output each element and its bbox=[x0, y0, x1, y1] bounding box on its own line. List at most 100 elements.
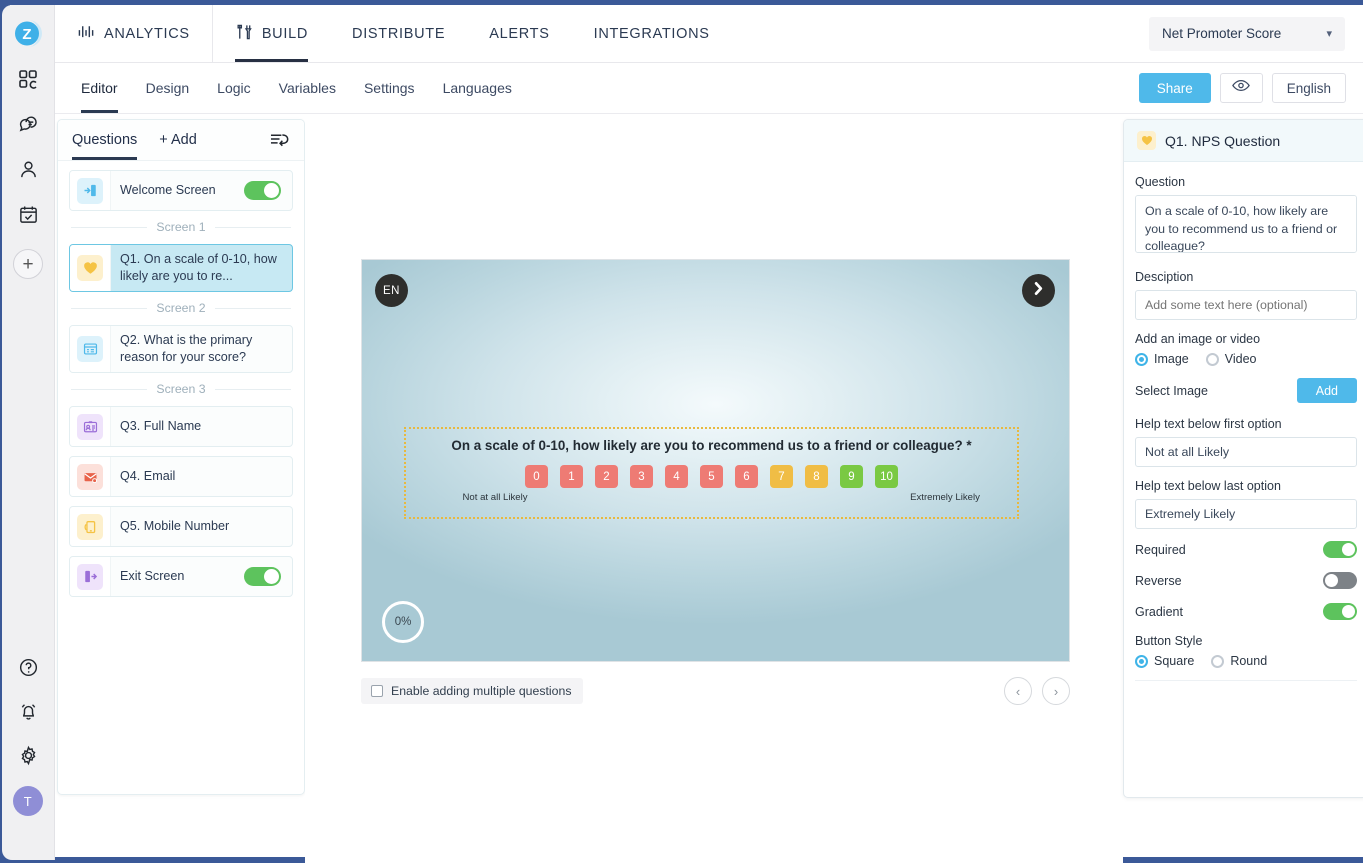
page-title: Q1. NPS Question bbox=[1165, 132, 1281, 149]
nps-option-9[interactable]: 9 bbox=[840, 465, 863, 488]
nps-option-7[interactable]: 7 bbox=[770, 465, 793, 488]
preview-footer: Enable adding multiple questions ‹ › bbox=[361, 676, 1070, 706]
questions-panel-header: Questions + Add bbox=[58, 120, 304, 161]
help-text-last-option: Extremely Likely bbox=[910, 492, 980, 503]
help-last-input[interactable] bbox=[1135, 499, 1357, 529]
chevron-right-icon bbox=[1031, 280, 1046, 302]
icon-cell bbox=[70, 245, 111, 291]
mobile-phone-icon bbox=[77, 513, 103, 540]
required-toggle[interactable] bbox=[1323, 541, 1357, 558]
nps-option-3[interactable]: 3 bbox=[630, 465, 653, 488]
preview-language-badge[interactable]: EN bbox=[375, 274, 408, 307]
module-analytics[interactable]: ANALYTICS bbox=[55, 5, 213, 62]
button-style-round-label: Round bbox=[1230, 654, 1268, 668]
module-build[interactable]: BUILD bbox=[213, 5, 330, 62]
question-properties-panel: Q1. NPS Question Question Desciption Add… bbox=[1123, 119, 1363, 798]
button-style-label: Button Style bbox=[1135, 634, 1203, 648]
tab-design[interactable]: Design bbox=[132, 63, 204, 113]
nps-option-4[interactable]: 4 bbox=[665, 465, 688, 488]
list-item-q3[interactable]: Q3. Full Name bbox=[69, 406, 293, 447]
gear-icon[interactable] bbox=[15, 742, 41, 768]
survey-select[interactable]: Net Promoter Score ▾ bbox=[1149, 16, 1345, 51]
description-field-group: Desciption bbox=[1135, 270, 1357, 320]
nps-option-8[interactable]: 8 bbox=[805, 465, 828, 488]
app-root: Z + T ANALYTICS BUILD DISTRIBUTE ALERTS … bbox=[0, 0, 1363, 863]
tab-languages[interactable]: Languages bbox=[429, 63, 526, 113]
media-label: Add an image or video bbox=[1135, 332, 1261, 346]
nps-option-1[interactable]: 1 bbox=[560, 465, 583, 488]
select-image-label: Select Image bbox=[1135, 383, 1208, 398]
bar-chart-icon bbox=[77, 23, 96, 44]
enable-multiple-questions-checkbox[interactable]: Enable adding multiple questions bbox=[361, 678, 584, 704]
icon-cell bbox=[70, 407, 111, 446]
grid-icon[interactable] bbox=[15, 66, 41, 92]
chevron-left-icon: ‹ bbox=[1015, 683, 1021, 699]
module-integrations[interactable]: INTEGRATIONS bbox=[572, 5, 732, 62]
nps-scale-row: 0 1 2 3 4 5 6 7 8 9 10 bbox=[406, 465, 1017, 488]
module-analytics-label: ANALYTICS bbox=[104, 25, 190, 42]
reverse-toggle[interactable] bbox=[1323, 572, 1357, 589]
question-input[interactable] bbox=[1135, 195, 1357, 253]
required-row: Required bbox=[1135, 541, 1357, 558]
add-new-button[interactable]: + bbox=[13, 249, 43, 279]
tab-variables[interactable]: Variables bbox=[265, 63, 350, 113]
list-item-exit-screen[interactable]: Exit Screen bbox=[69, 556, 293, 597]
help-first-label: Help text below first option bbox=[1135, 417, 1282, 431]
gradient-label: Gradient bbox=[1135, 604, 1183, 619]
calendar-check-icon[interactable] bbox=[15, 201, 41, 227]
add-question-button[interactable]: + Add bbox=[159, 132, 197, 148]
tab-settings[interactable]: Settings bbox=[350, 63, 429, 113]
next-question-button[interactable]: › bbox=[1042, 677, 1070, 705]
button-style-square[interactable]: Square bbox=[1135, 654, 1194, 668]
nps-option-10[interactable]: 10 bbox=[875, 465, 898, 488]
bell-icon[interactable] bbox=[15, 698, 41, 724]
preview-button[interactable] bbox=[1219, 73, 1263, 103]
previous-question-button[interactable]: ‹ bbox=[1004, 677, 1032, 705]
tab-editor[interactable]: Editor bbox=[67, 63, 132, 113]
add-image-button[interactable]: Add bbox=[1296, 378, 1357, 403]
app-header: ANALYTICS BUILD DISTRIBUTE ALERTS INTEGR… bbox=[55, 5, 1363, 63]
reorder-undo-icon[interactable] bbox=[269, 131, 290, 149]
feedback-chat-icon[interactable] bbox=[15, 111, 41, 137]
preview-next-button[interactable] bbox=[1022, 274, 1055, 307]
questions-tab[interactable]: Questions bbox=[72, 120, 138, 160]
textbox-icon bbox=[77, 336, 103, 362]
list-item-q4[interactable]: Q4. Email bbox=[69, 456, 293, 497]
icon-cell bbox=[70, 171, 111, 210]
tab-logic[interactable]: Logic bbox=[203, 63, 264, 113]
gradient-toggle[interactable] bbox=[1323, 603, 1357, 620]
icon-cell bbox=[70, 457, 111, 496]
nps-option-2[interactable]: 2 bbox=[595, 465, 618, 488]
nps-option-5[interactable]: 5 bbox=[700, 465, 723, 488]
contacts-person-icon[interactable] bbox=[15, 156, 41, 182]
nps-option-6[interactable]: 6 bbox=[735, 465, 758, 488]
media-option-video[interactable]: Video bbox=[1205, 352, 1257, 366]
welcome-screen-toggle[interactable] bbox=[244, 181, 281, 200]
list-item-welcome-screen[interactable]: Welcome Screen bbox=[69, 170, 293, 211]
help-first-input[interactable] bbox=[1135, 437, 1357, 467]
nps-option-0[interactable]: 0 bbox=[525, 465, 548, 488]
button-style-round[interactable]: Round bbox=[1211, 654, 1267, 668]
exit-screen-toggle[interactable] bbox=[244, 567, 281, 586]
avatar[interactable]: T bbox=[13, 786, 43, 816]
exit-door-icon bbox=[77, 563, 103, 590]
help-first-field-group: Help text below first option bbox=[1135, 417, 1357, 467]
media-radio-row: Image Video bbox=[1135, 352, 1357, 366]
gradient-row: Gradient bbox=[1135, 603, 1357, 620]
share-button[interactable]: Share bbox=[1138, 73, 1211, 103]
list-item-q1[interactable]: Q1. On a scale of 0-10, how likely are y… bbox=[69, 244, 293, 292]
list-item-q5[interactable]: Q5. Mobile Number bbox=[69, 506, 293, 547]
screen-separator-label: Screen 2 bbox=[156, 301, 206, 315]
help-circle-icon[interactable] bbox=[15, 654, 41, 680]
module-alerts[interactable]: ALERTS bbox=[467, 5, 571, 62]
module-distribute[interactable]: DISTRIBUTE bbox=[330, 5, 467, 62]
zoho-logo[interactable]: Z bbox=[12, 17, 45, 50]
list-item-q2[interactable]: Q2. What is the primary reason for your … bbox=[69, 325, 293, 373]
preview-question-text: On a scale of 0-10, how likely are you t… bbox=[451, 438, 972, 453]
chevron-down-icon: ▾ bbox=[1326, 28, 1332, 40]
media-option-image[interactable]: Image bbox=[1135, 352, 1189, 366]
list-item-label: Welcome Screen bbox=[120, 183, 216, 198]
list-item-label: Q1. On a scale of 0-10, how likely are y… bbox=[120, 252, 277, 283]
language-button[interactable]: English bbox=[1271, 73, 1346, 103]
description-input[interactable] bbox=[1135, 290, 1357, 320]
